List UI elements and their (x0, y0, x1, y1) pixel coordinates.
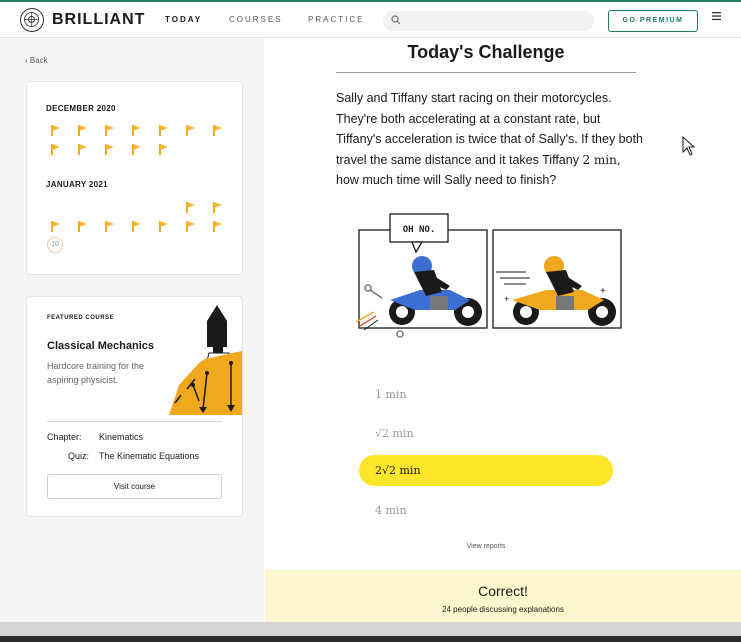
month-label-january: JANUARY 2021 (46, 180, 108, 189)
flag-icon[interactable] (186, 125, 196, 136)
search-input[interactable] (383, 11, 594, 31)
brilliant-logo-icon[interactable] (20, 8, 44, 32)
result-banner: Correct! 24 people discussing explanatio… (265, 570, 741, 622)
flag-icon[interactable] (78, 221, 88, 232)
problem-text-after: how much time will Sally need to finish? (336, 173, 557, 187)
flag-icon[interactable] (132, 144, 142, 155)
flag-icon[interactable] (105, 125, 115, 136)
logo-mark (24, 12, 39, 27)
featured-course-label: FEATURED COURSE (47, 315, 115, 321)
month-label-december: DECEMBER 2020 (46, 104, 116, 113)
flag-icon[interactable] (186, 221, 196, 232)
flag-icon[interactable] (132, 125, 142, 136)
flag-icon[interactable] (78, 125, 88, 136)
flag-icon[interactable] (51, 144, 61, 155)
course-description: Hardcore training for the aspiring physi… (47, 361, 145, 385)
featured-course-card: FEATURED COURSE Classical Mechanics Hard… (26, 296, 243, 517)
title-divider (336, 72, 636, 73)
course-title[interactable]: Classical Mechanics (47, 340, 154, 352)
card-divider (47, 421, 222, 422)
streak-calendar-card: DECEMBER 2020 JANUARY 2021 10 (26, 81, 243, 275)
top-navigation-bar: BRILLIANT TODAY COURSES PRACTICE GO PREM… (0, 0, 741, 38)
svg-text:+: + (504, 294, 509, 304)
search-icon (391, 15, 401, 25)
chapter-key: Chapter: (47, 432, 82, 442)
answer-option[interactable]: 4 min (359, 495, 613, 526)
back-label: Back (29, 56, 48, 65)
speech-bubble-text: OH NO. (403, 225, 436, 235)
view-reports-link[interactable]: View reports (336, 543, 636, 550)
flag-icon[interactable] (51, 125, 61, 136)
flag-icon[interactable] (78, 144, 88, 155)
hamburger-menu-icon[interactable] (711, 11, 722, 21)
brand-name[interactable]: BRILLIANT (52, 11, 145, 29)
current-day-badge[interactable]: 10 (47, 237, 63, 253)
result-title: Correct! (478, 583, 528, 599)
flag-icon[interactable] (159, 125, 169, 136)
quiz-key: Quiz: (67, 451, 89, 461)
answer-option[interactable]: 2√2 min (359, 455, 613, 486)
problem-statement: Sally and Tiffany start racing on their … (336, 88, 646, 191)
bottom-bar (0, 622, 741, 642)
flag-icon[interactable] (105, 144, 115, 155)
left-sidebar: ‹ Back DECEMBER 2020 JANUARY 2021 10 FEA… (0, 38, 264, 622)
flag-icon[interactable] (186, 202, 196, 213)
go-premium-button[interactable]: GO PREMIUM (608, 10, 698, 32)
motorcycle-race-illustration: OH NO. + + (355, 213, 622, 338)
bottom-strip (0, 636, 741, 642)
mouse-cursor-icon (682, 136, 696, 156)
flag-icon[interactable] (213, 202, 223, 213)
nav-courses[interactable]: COURSES (229, 15, 283, 24)
chapter-value: Kinematics (99, 432, 144, 442)
flag-icon[interactable] (159, 221, 169, 232)
answer-option[interactable]: 1 min (359, 379, 613, 410)
flag-icon[interactable] (213, 221, 223, 232)
flag-icon[interactable] (132, 221, 142, 232)
nav-today[interactable]: TODAY (165, 15, 202, 24)
svg-text:+: + (600, 286, 606, 297)
answer-option[interactable]: √2 min (359, 418, 613, 449)
discussion-link[interactable]: 24 people discussing explanations (265, 605, 741, 614)
visit-course-button[interactable]: Visit course (47, 474, 222, 499)
page-title: Today's Challenge (407, 42, 565, 62)
flag-icon[interactable] (159, 144, 169, 155)
rocket-illustration-icon (169, 305, 242, 415)
nav-practice[interactable]: PRACTICE (308, 15, 364, 24)
quiz-value: The Kinematic Equations (99, 451, 200, 461)
back-link[interactable]: ‹ Back (25, 56, 48, 65)
flag-icon[interactable] (213, 125, 223, 136)
flag-icon[interactable] (51, 221, 61, 232)
flag-icon[interactable] (105, 221, 115, 232)
problem-math-time: 2 min, (582, 152, 621, 167)
